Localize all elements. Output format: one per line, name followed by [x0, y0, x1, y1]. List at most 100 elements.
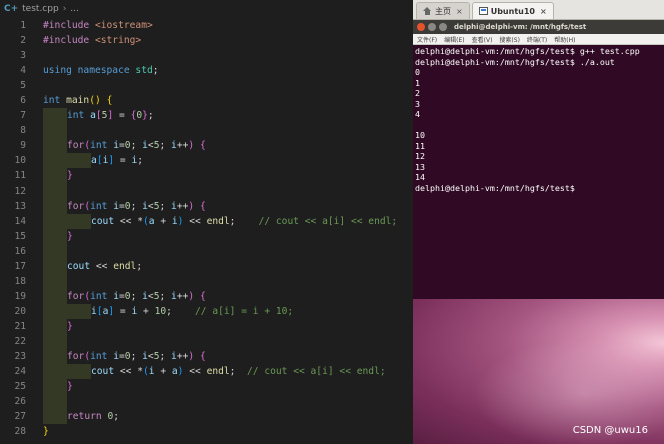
code-line[interactable]: 2 #include <string>	[0, 33, 413, 48]
code-line[interactable]: 28}	[0, 424, 413, 439]
indent-guide	[43, 303, 67, 319]
window-minimize-button[interactable]	[428, 23, 436, 31]
code-token: ;	[147, 110, 154, 122]
code-line[interactable]: 18	[0, 273, 413, 289]
code-line[interactable]: 12	[0, 183, 413, 199]
code-line[interactable]: 15}	[0, 228, 413, 244]
code-lines[interactable]: 1 #include <iostream> 2 #include <string> 3 4…	[0, 18, 413, 439]
line-number: 5	[20, 80, 26, 92]
code-token: int	[90, 290, 114, 302]
indent-guide	[67, 303, 91, 319]
code-line[interactable]: 6 int main() {	[0, 93, 413, 108]
line-number: 10	[14, 155, 26, 167]
line-number: 8	[20, 125, 26, 137]
line-number: 17	[14, 260, 26, 272]
code-line[interactable]: 25}	[0, 379, 413, 395]
code-line[interactable]: 23 for(int i=0; i<5; i++) {	[0, 349, 413, 365]
code-token: ;	[113, 411, 119, 423]
indent-guide	[43, 349, 67, 365]
code-line[interactable]: 19 for(int i=0; i<5; i++) {	[0, 288, 413, 304]
code-line[interactable]: 21}	[0, 318, 413, 334]
code-text: cout << *(a + i) << endl; // cout << a[i…	[91, 214, 397, 229]
menu-file[interactable]: 文件(F)	[417, 35, 437, 44]
code-line[interactable]: 27 return 0;	[0, 409, 413, 425]
close-icon[interactable]: ×	[456, 7, 463, 16]
close-icon[interactable]: ×	[540, 7, 547, 16]
code-text: }	[67, 229, 73, 244]
indent-guide	[43, 364, 67, 380]
line-number: 13	[14, 200, 26, 212]
code-token: {	[199, 290, 206, 302]
code-line[interactable]: 17 cout << endl;	[0, 258, 413, 274]
home-icon	[423, 7, 432, 15]
terminal-line: delphi@delphi-vm:/mnt/hgfs/test$	[415, 182, 575, 193]
code-line[interactable]: 22	[0, 333, 413, 350]
code-line[interactable]: 5	[0, 78, 413, 93]
line-number: 4	[20, 65, 26, 77]
code-line[interactable]: 9 for(int i=0; i<5; i++) {	[0, 138, 413, 154]
indent-guide	[67, 364, 91, 380]
code-token: +	[154, 366, 172, 378]
code-token: ()	[89, 95, 101, 107]
code-token: << *	[114, 366, 143, 378]
indent-guide	[43, 228, 67, 244]
indent-guide	[43, 123, 67, 139]
code-line[interactable]: 14 cout << *(a + i) << endl; // cout << a…	[0, 213, 413, 229]
code-text: #include <string>	[43, 33, 141, 48]
breadcrumb-file[interactable]: test.cpp	[22, 4, 59, 14]
tab-home[interactable]: 主页 ×	[416, 2, 470, 19]
line-number: 22	[14, 335, 26, 347]
breadcrumb-symbol[interactable]: ...	[70, 4, 79, 14]
code-line[interactable]: 11}	[0, 168, 413, 184]
code-text: using namespace std;	[43, 63, 159, 78]
code-token: ;	[159, 351, 172, 363]
code-token: endl	[206, 366, 230, 378]
code-line[interactable]: 8	[0, 123, 413, 139]
indent-guide	[43, 198, 67, 214]
code-token: ++	[176, 351, 189, 363]
code-line[interactable]: 10 a[i] = i;	[0, 153, 413, 169]
code-token: ;	[130, 200, 143, 212]
code-text: int a[5] = {0};	[67, 108, 154, 123]
code-token: ;	[137, 155, 144, 167]
code-line[interactable]: 1 #include <iostream>	[0, 18, 413, 33]
code-token: for	[67, 351, 85, 363]
menu-edit[interactable]: 编辑(E)	[444, 35, 464, 44]
code-line[interactable]: 3	[0, 48, 413, 63]
code-token: ;	[130, 290, 143, 302]
code-line[interactable]: 7 int a[5] = {0};	[0, 108, 413, 124]
code-line[interactable]: 16	[0, 243, 413, 259]
code-token: for	[67, 140, 85, 152]
window-maximize-button[interactable]	[439, 23, 447, 31]
code-token: ;	[136, 260, 143, 272]
code-line[interactable]: 20 i[a] = i + 10; // a[i] = i + 10;	[0, 303, 413, 319]
tab-ubuntu10[interactable]: Ubuntu10 ×	[471, 2, 554, 19]
indent-guide	[67, 213, 91, 229]
line-number: 6	[20, 95, 26, 107]
code-line[interactable]: 13 for(int i=0; i<5; i++) {	[0, 198, 413, 214]
breadcrumb[interactable]: C+ test.cpp › ...	[0, 0, 413, 18]
code-token: ;	[166, 305, 196, 317]
terminal-output[interactable]: delphi@delphi-vm:/mnt/hgfs/test$ g++ tes…	[413, 45, 664, 299]
menu-terminal[interactable]: 终端(T)	[527, 35, 547, 44]
terminal-titlebar[interactable]: delphi@delphi-vm: /mnt/hgfs/test	[413, 20, 664, 34]
code-token: =	[114, 155, 132, 167]
window-close-button[interactable]	[417, 23, 425, 31]
code-token: endl	[206, 215, 230, 227]
vm-window: 主页 × Ubuntu10 × delphi@delphi-vm: /mnt/h…	[413, 0, 664, 444]
menu-search[interactable]: 搜索(S)	[499, 35, 520, 44]
code-token: int	[43, 95, 67, 107]
code-token: <<	[90, 260, 114, 272]
code-line[interactable]: 24 cout << *(i + a) << endl; // cout << a…	[0, 364, 413, 380]
code-text: cout << endl;	[67, 259, 142, 274]
code-line[interactable]: 4 using namespace std;	[0, 63, 413, 78]
code-token: #include	[43, 20, 95, 31]
code-token: using	[43, 65, 78, 77]
line-number: 20	[14, 305, 26, 317]
menu-view[interactable]: 查看(V)	[472, 35, 493, 44]
code-editor[interactable]: C+ test.cpp › ... 1 #include <iostream> 2 #…	[0, 0, 413, 444]
code-line[interactable]: 26	[0, 394, 413, 410]
menu-help[interactable]: 帮助(H)	[554, 35, 575, 44]
code-token: =	[114, 305, 132, 317]
code-token: ++	[176, 140, 189, 152]
